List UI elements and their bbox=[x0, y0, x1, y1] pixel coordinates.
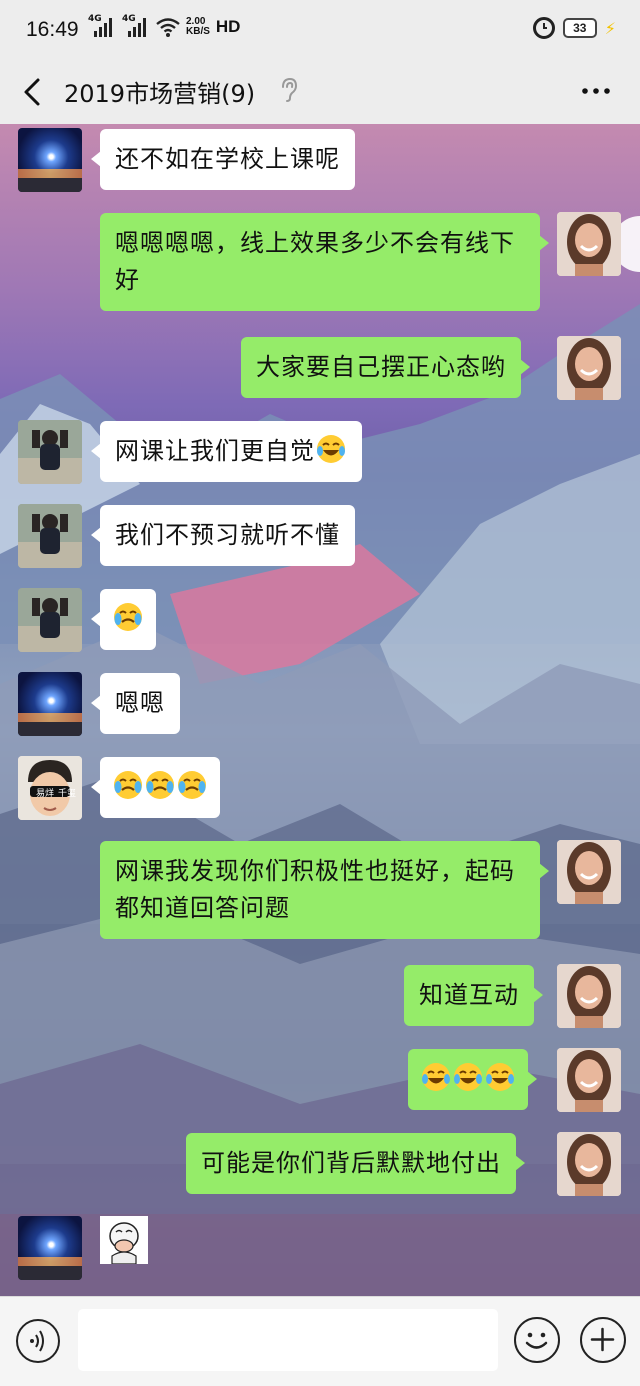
cry-emoji bbox=[178, 771, 206, 799]
kid-photo bbox=[18, 504, 82, 568]
cry-emoji bbox=[146, 771, 174, 799]
avatar[interactable] bbox=[557, 212, 621, 276]
network-type-label: 4G bbox=[122, 14, 136, 24]
avatar[interactable] bbox=[557, 840, 621, 904]
hd-indicator: HD bbox=[215, 17, 241, 36]
laugh-cry-emoji bbox=[454, 1063, 482, 1091]
message-bubble[interactable]: 我们不预习就听不懂 bbox=[91, 505, 355, 566]
avatar[interactable]: 易烊 千玺 bbox=[18, 756, 82, 820]
avatar[interactable] bbox=[557, 964, 621, 1028]
signal-icon: 4G bbox=[122, 14, 150, 37]
avatar[interactable] bbox=[557, 1048, 621, 1112]
voice-input-button[interactable] bbox=[16, 1319, 60, 1363]
smiley-icon bbox=[525, 1332, 548, 1349]
message-text: 网课让我们更自觉 bbox=[115, 437, 315, 465]
girl-portrait bbox=[557, 336, 621, 400]
avatar-caption: 易烊 bbox=[36, 789, 55, 799]
status-bar: 16:49 4G 4G 2.00 KB/S HD 33 ⚡ bbox=[0, 0, 640, 60]
more-functions-button[interactable] bbox=[580, 1317, 626, 1363]
message-bubble[interactable]: 可能是你们背后默默地付出 bbox=[186, 1133, 525, 1194]
laugh-cry-emoji bbox=[317, 435, 345, 463]
girl-portrait bbox=[557, 840, 621, 904]
wifi-icon bbox=[156, 18, 180, 37]
avatar[interactable] bbox=[557, 1132, 621, 1196]
covering-mouth-sticker[interactable] bbox=[100, 1216, 148, 1264]
girl-portrait bbox=[557, 964, 621, 1028]
avatar[interactable] bbox=[18, 420, 82, 484]
ear-icon bbox=[282, 77, 298, 102]
emoji-button[interactable] bbox=[514, 1317, 560, 1363]
chat-title: 2019市场营销(9) bbox=[64, 80, 256, 108]
avatar[interactable] bbox=[557, 336, 621, 400]
alarm-icon bbox=[532, 17, 555, 39]
input-bar bbox=[0, 1296, 640, 1386]
kid-photo bbox=[18, 588, 82, 652]
network-speed: 2.00 KB/S bbox=[186, 17, 210, 37]
avatar[interactable] bbox=[18, 672, 82, 736]
message-bubble[interactable] bbox=[408, 1049, 537, 1110]
message-bubble[interactable]: 网课我发现你们积极性也挺好，起码都知道回答问题 bbox=[100, 841, 549, 939]
avatar-caption: 千玺 bbox=[58, 789, 77, 799]
message-bubble[interactable]: 还不如在学校上课呢 bbox=[91, 129, 355, 190]
message-bubble[interactable]: 嗯嗯嗯嗯，线上效果多少不会有线下好 bbox=[100, 213, 549, 311]
kid-photo bbox=[18, 420, 82, 484]
cry-emoji bbox=[114, 771, 142, 799]
message-bubble[interactable]: 嗯嗯 bbox=[91, 673, 180, 734]
voice-icon bbox=[30, 1330, 44, 1352]
avatar[interactable] bbox=[18, 128, 82, 192]
chat-area[interactable]: 还不如在学校上课呢 嗯嗯嗯嗯，线上效果多少不会有线下好 大家要自己摆正心态哟 网… bbox=[0, 124, 640, 1296]
cry-emoji bbox=[114, 603, 142, 631]
status-time: 16:49 bbox=[26, 18, 79, 41]
message-bubble[interactable]: 网课让我们更自觉 bbox=[91, 421, 362, 482]
message-input[interactable] bbox=[78, 1309, 498, 1371]
status-right: 33 ⚡ bbox=[532, 17, 616, 39]
back-icon[interactable] bbox=[18, 72, 50, 112]
girl-portrait bbox=[557, 1048, 621, 1112]
signal-icon: 4G bbox=[88, 14, 116, 37]
avatar[interactable] bbox=[18, 504, 82, 568]
message-bubble[interactable]: 知道互动 bbox=[404, 965, 543, 1026]
laugh-cry-emoji bbox=[486, 1063, 514, 1091]
avatar[interactable] bbox=[18, 1216, 82, 1280]
battery-icon: 33 bbox=[562, 18, 597, 38]
message-bubble[interactable] bbox=[91, 589, 156, 650]
speed-unit: KB/S bbox=[186, 26, 210, 37]
girl-portrait bbox=[557, 1132, 621, 1196]
message-bubble[interactable]: 大家要自己摆正心态哟 bbox=[241, 337, 530, 398]
laugh-cry-emoji bbox=[422, 1063, 450, 1091]
charging-icon: ⚡ bbox=[604, 18, 616, 38]
plus-icon bbox=[590, 1327, 615, 1352]
girl-portrait bbox=[557, 212, 621, 276]
chat-header: 2019市场营销(9) bbox=[0, 60, 640, 124]
avatar[interactable] bbox=[18, 588, 82, 652]
more-options-icon[interactable] bbox=[580, 76, 612, 106]
network-type-label: 4G bbox=[88, 14, 102, 24]
status-icons: 4G 4G 2.00 KB/S HD bbox=[88, 14, 241, 37]
message-bubble[interactable] bbox=[91, 757, 220, 818]
